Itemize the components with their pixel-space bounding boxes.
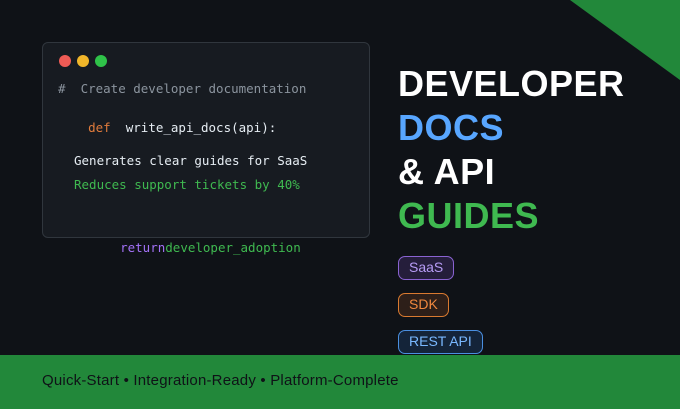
code-return-line: returndeveloper_adoption: [90, 225, 301, 270]
def-keyword: def: [88, 120, 111, 135]
headline-line-4: GUIDES: [398, 195, 540, 236]
tag-saas: SaaS: [398, 256, 455, 280]
footer-text: Quick-Start • Integration-Ready • Platfo…: [42, 372, 399, 389]
headline-line-3: & API: [398, 151, 496, 192]
footer-bar: Quick-Start • Integration-Ready • Platfo…: [0, 355, 680, 409]
close-dot-icon: [59, 55, 71, 67]
code-def-line: def write_api_docs(api):: [58, 105, 276, 150]
return-keyword: return: [120, 240, 166, 255]
code-comment: # Create developer documentation: [58, 81, 307, 96]
headline-line-1: DEVELOPER: [398, 63, 625, 104]
code-reduces-line: Reduces support tickets by 40%: [74, 177, 300, 192]
return-value: developer_adoption: [165, 240, 301, 255]
headline-line-2: DOCS: [398, 107, 505, 148]
tag-sdk: SDK: [398, 293, 449, 317]
code-generates-line: Generates clear guides for SaaS: [74, 153, 308, 168]
minimize-dot-icon: [77, 55, 89, 67]
tag-rest-api: REST API: [398, 330, 483, 354]
function-signature: write_api_docs(api):: [125, 120, 277, 135]
code-window: # Create developer documentation def wri…: [42, 42, 370, 255]
maximize-dot-icon: [95, 55, 107, 67]
window-controls: [59, 55, 107, 67]
